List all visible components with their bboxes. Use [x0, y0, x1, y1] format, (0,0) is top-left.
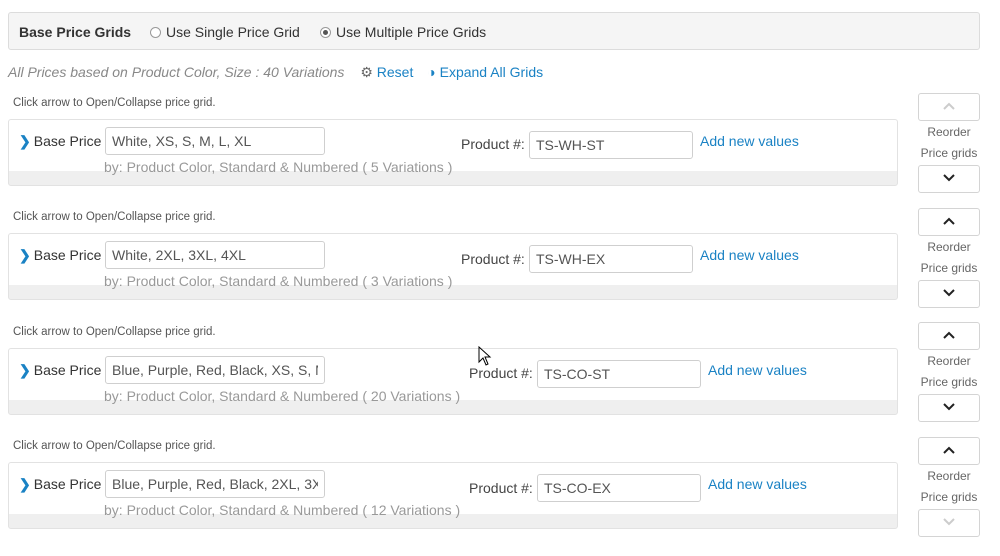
- move-down-button[interactable]: [918, 280, 980, 308]
- product-number-input[interactable]: [537, 360, 701, 388]
- reorder-label: Reorder: [927, 240, 971, 254]
- grid-toggle[interactable]: ❯ Base Price: [19, 133, 101, 150]
- reorder-sublabel: Price grids: [920, 375, 978, 389]
- half-circle-icon: ◑: [427, 64, 436, 80]
- grid-values-input[interactable]: [105, 127, 325, 155]
- product-number-label: Product #:: [469, 480, 533, 496]
- reorder-sublabel: Price grids: [920, 261, 978, 275]
- multiple-grids-label: Use Multiple Price Grids: [336, 24, 487, 40]
- reorder-label: Reorder: [927, 469, 971, 483]
- chevron-right-icon[interactable]: ❯: [19, 476, 31, 492]
- move-up-button[interactable]: [918, 322, 980, 350]
- multiple-grids-radio[interactable]: Use Multiple Price Grids: [320, 24, 486, 40]
- grid-byline: by: Product Color, Standard & Numbered (…: [104, 388, 461, 404]
- chevron-down-icon: [943, 518, 955, 526]
- add-new-values-link[interactable]: Add new values: [708, 362, 807, 378]
- expand-all-label: Expand All Grids: [439, 64, 544, 80]
- move-up-button[interactable]: [918, 208, 980, 236]
- price-grid-panel: ❯Base Price Product #: Add new values by…: [8, 462, 898, 529]
- chevron-up-icon: [943, 102, 955, 110]
- grid-hint: Click arrow to Open/Collapse price grid.: [13, 440, 216, 452]
- chevron-up-icon: [943, 331, 955, 339]
- grid-values-input[interactable]: [105, 470, 325, 498]
- price-grid-panel: ❯Base Price Product #: Add new values by…: [8, 119, 898, 186]
- move-up-button[interactable]: [918, 93, 980, 121]
- grid-hint: Click arrow to Open/Collapse price grid.: [13, 211, 216, 223]
- reorder-label: Reorder: [927, 354, 971, 368]
- expand-all-link[interactable]: ◑ Expand All Grids: [427, 64, 543, 80]
- gear-icon: ⚙: [360, 64, 373, 80]
- add-new-values-link[interactable]: Add new values: [708, 476, 807, 492]
- reorder-sublabel: Price grids: [920, 490, 978, 504]
- grid-byline: by: Product Color, Standard & Numbered (…: [104, 159, 453, 175]
- move-down-button[interactable]: [918, 165, 980, 193]
- grid-toggle-label: Base Price: [33, 247, 102, 263]
- grid-hint: Click arrow to Open/Collapse price grid.: [13, 97, 216, 109]
- chevron-right-icon[interactable]: ❯: [19, 362, 31, 378]
- chevron-right-icon[interactable]: ❯: [19, 247, 31, 263]
- variations-summary: All Prices based on Product Color, Size …: [8, 64, 345, 80]
- grid-hint: Click arrow to Open/Collapse price grid.: [13, 326, 216, 338]
- add-new-values-link[interactable]: Add new values: [700, 133, 799, 149]
- product-number-input[interactable]: [537, 474, 701, 502]
- grid-toggle[interactable]: ❯ Base Price: [19, 362, 101, 379]
- move-down-button[interactable]: [918, 394, 980, 422]
- product-number-label: Product #:: [461, 136, 525, 152]
- product-number-input[interactable]: [529, 245, 693, 273]
- grid-toggle[interactable]: ❯ Base Price: [19, 247, 101, 264]
- reset-link[interactable]: ⚙ Reset: [360, 64, 417, 80]
- price-grid-mode-bar: Base Price Grids Use Single Price Grid U…: [8, 12, 980, 50]
- chevron-up-icon: [943, 446, 955, 454]
- grid-values-input[interactable]: [105, 356, 325, 384]
- mouse-cursor-icon: [478, 346, 492, 366]
- reset-label: Reset: [376, 64, 414, 80]
- variations-info-line: All Prices based on Product Color, Size …: [8, 64, 543, 81]
- radio-checked-icon[interactable]: [320, 27, 331, 38]
- grid-byline: by: Product Color, Standard & Numbered (…: [104, 273, 453, 289]
- single-grid-label: Use Single Price Grid: [166, 24, 300, 40]
- radio-unchecked-icon[interactable]: [150, 27, 161, 38]
- move-up-button[interactable]: [918, 437, 980, 465]
- grid-byline: by: Product Color, Standard & Numbered (…: [104, 502, 461, 518]
- grid-toggle-label: Base Price: [33, 476, 102, 492]
- add-new-values-link[interactable]: Add new values: [700, 247, 799, 263]
- grid-toggle[interactable]: ❯ Base Price: [19, 476, 101, 493]
- reorder-sublabel: Price grids: [920, 146, 978, 160]
- product-number-input[interactable]: [529, 131, 693, 159]
- grid-toggle-label: Base Price: [33, 133, 102, 149]
- grid-toggle-label: Base Price: [33, 362, 102, 378]
- price-grid-panel: ❯Base Price Product #: Add new values by…: [8, 233, 898, 300]
- chevron-down-icon: [943, 289, 955, 297]
- section-title: Base Price Grids: [19, 24, 132, 40]
- single-grid-radio[interactable]: Use Single Price Grid: [150, 24, 300, 40]
- product-number-label: Product #:: [469, 365, 533, 381]
- reorder-label: Reorder: [927, 125, 971, 139]
- chevron-down-icon: [943, 403, 955, 411]
- product-number-label: Product #:: [461, 251, 525, 267]
- move-down-button[interactable]: [918, 509, 980, 537]
- price-grid-panel: ❯Base Price Product #: Add new values by…: [8, 348, 898, 415]
- chevron-down-icon: [943, 174, 955, 182]
- chevron-right-icon[interactable]: ❯: [19, 133, 31, 149]
- chevron-up-icon: [943, 217, 955, 225]
- grid-values-input[interactable]: [105, 241, 325, 269]
